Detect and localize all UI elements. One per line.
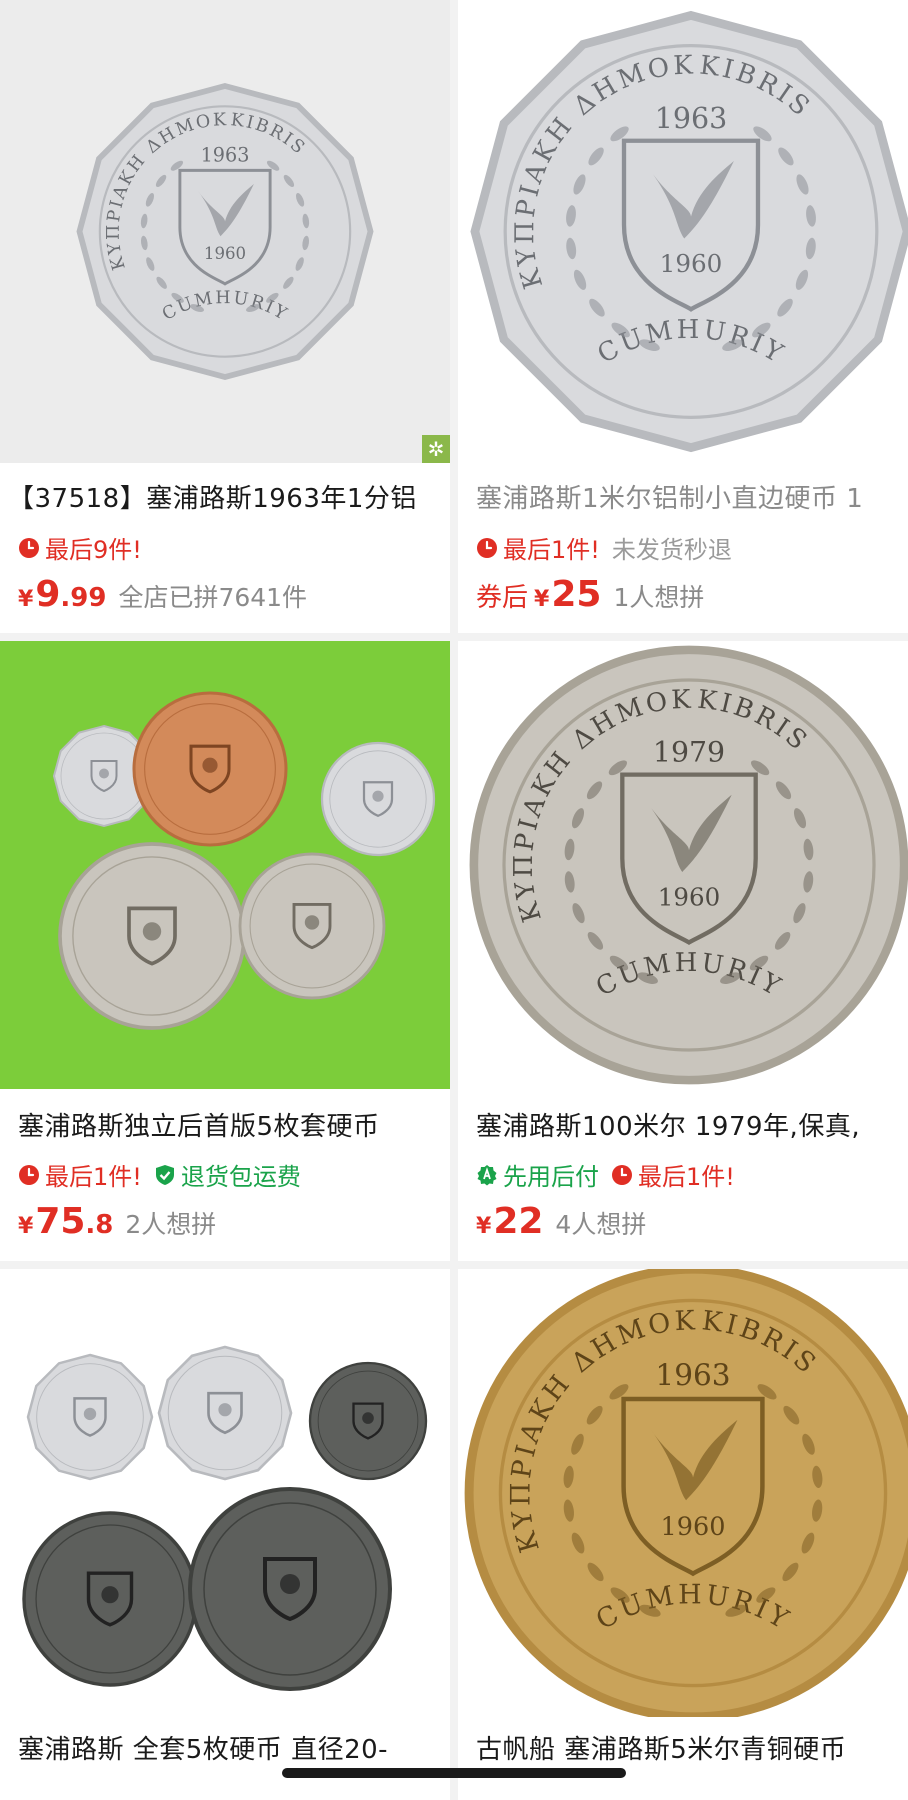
product-price: ¥9.99 [18, 574, 106, 615]
coin-photo: ΚΥΠΡΙΑΚΗ ΔΗΜΟΚΡΑΤΙΑKIBRIS CUMHURIYETI196… [458, 0, 908, 453]
currency-symbol: ¥ [476, 1214, 492, 1239]
product-image[interactable]: ΚΥΠΡΙΑΚΗ ΔΗΜΟΚΡΑΤΙΑKIBRIS CUMHURIYETI196… [0, 0, 450, 463]
coin-graphic [58, 842, 246, 1030]
product-tag-text: 最后1件! [503, 536, 600, 564]
product-tag: 退货包运费 [154, 1157, 301, 1192]
product-image[interactable]: ΚΥΠΡΙΑΚΗ ΔΗΜΟΚΡΑΤΙΑKIBRIS CUMHURIYETI197… [458, 641, 908, 1089]
svg-text:1960: 1960 [658, 883, 720, 912]
price-row: ¥75.8 2人想拼 [18, 1201, 440, 1242]
coin-graphic [238, 852, 386, 1000]
product-card[interactable]: ΚΥΠΡΙΑΚΗ ΔΗΜΟΚΡΑΤΙΑKIBRIS CUMHURIYETI196… [0, 0, 450, 633]
price-row: 券后 ¥25 1人想拼 [476, 574, 898, 615]
product-tag: 未发货秒退 [612, 530, 732, 565]
coin-graphic [132, 691, 288, 847]
product-price: ¥22 [476, 1201, 543, 1242]
coin-graphic [26, 1353, 154, 1481]
product-title[interactable]: 塞浦路斯1米尔铝制小直边硬币 1 [476, 478, 894, 515]
coin-photo: ΚΥΠΡΙΑΚΗ ΔΗΜΟΚΡΑΤΙΑKIBRIS CUMHURIYETI196… [458, 1269, 908, 1717]
clock-icon [611, 1164, 633, 1186]
product-image[interactable]: ΚΥΠΡΙΑΚΗ ΔΗΜΟΚΡΑΤΙΑKIBRIS CUMHURIYETI196… [458, 1269, 908, 1717]
svg-text:1963: 1963 [655, 1359, 730, 1393]
leaf-badge-icon: ✲ [422, 435, 450, 463]
price-integer: 75 [35, 1201, 86, 1242]
coin-graphic: ΚΥΠΡΙΑΚΗ ΔΗΜΟΚΡΑΤΙΑKIBRIS CUMHURIYETI196… [458, 1269, 908, 1717]
price-row: ¥22 4人想拼 [476, 1201, 898, 1242]
price-integer: 22 [493, 1201, 544, 1242]
product-price: ¥75.8 [18, 1201, 113, 1242]
price-row: ¥9.99 全店已拼7641件 [18, 574, 440, 615]
product-title[interactable]: 塞浦路斯 全套5枚硬币 直径20- [18, 1729, 436, 1766]
product-tags: 先用后付 最后1件! [476, 1157, 898, 1192]
product-tag: 先用后付 [476, 1157, 599, 1192]
product-tag-text: 退货包运费 [180, 1163, 301, 1191]
product-tag-text: 最后1件! [638, 1163, 735, 1191]
svg-text:1963: 1963 [201, 144, 250, 167]
product-tags: 最后1件! 未发货秒退 [476, 530, 898, 565]
product-price: 券后 ¥25 [476, 574, 601, 615]
coin-graphic [22, 1511, 198, 1687]
coin-graphic: ΚΥΠΡΙΑΚΗ ΔΗΜΟΚΡΑΤΙΑKIBRIS CUMHURIYETI197… [458, 641, 908, 1085]
product-tag: 最后9件! [18, 530, 142, 565]
coin-graphic [157, 1345, 293, 1481]
price-integer: 9 [35, 574, 61, 615]
coin-photo [52, 691, 436, 1030]
product-tags: 最后1件! 退货包运费 [18, 1157, 440, 1192]
product-image[interactable]: ΚΥΠΡΙΑΚΗ ΔΗΜΟΚΡΑΤΙΑKIBRIS CUMHURIYETI196… [458, 0, 908, 463]
coin-photo: ΚΥΠΡΙΑΚΗ ΔΗΜΟΚΡΑΤΙΑKIBRIS CUMHURIYETI197… [458, 641, 908, 1085]
sales-count: 2人想拼 [125, 1210, 217, 1239]
svg-text:1963: 1963 [655, 102, 728, 135]
coin-photo [22, 1345, 428, 1691]
currency-symbol: ¥ [534, 587, 550, 612]
product-tag: 最后1件! [611, 1157, 735, 1192]
product-tag-text: 最后1件! [45, 1163, 142, 1191]
product-card[interactable]: ΚΥΠΡΙΑΚΗ ΔΗΜΟΚΡΑΤΙΑKIBRIS CUMHURIYETI196… [458, 1269, 908, 1800]
clock-icon [18, 537, 40, 559]
product-title[interactable]: 古帆船 塞浦路斯5米尔青铜硬币 [476, 1729, 894, 1766]
coin-photo: ΚΥΠΡΙΑΚΗ ΔΗΜΟΚΡΑΤΙΑKIBRIS CUMHURIYETI196… [0, 0, 374, 381]
product-image[interactable] [0, 641, 450, 1089]
svg-text:1960: 1960 [204, 244, 246, 263]
product-image[interactable] [0, 1309, 450, 1757]
price-prefix: 券后 [476, 583, 529, 613]
product-card[interactable]: 塞浦路斯 全套5枚硬币 直径20- [0, 1269, 450, 1800]
product-title[interactable]: 塞浦路斯独立后首版5枚套硬币 [18, 1106, 436, 1143]
svg-text:1960: 1960 [661, 1512, 726, 1542]
price-decimal: .99 [60, 583, 107, 613]
product-tag-text: 最后9件! [45, 536, 142, 564]
price-integer: 25 [551, 574, 602, 615]
coin-graphic: ΚΥΠΡΙΑΚΗ ΔΗΜΟΚΡΑΤΙΑKIBRIS CUMHURIYETI196… [0, 0, 374, 381]
coin-graphic [188, 1487, 392, 1691]
product-tag: 最后1件! [476, 530, 600, 565]
clock-icon [476, 537, 498, 559]
product-card[interactable]: ΚΥΠΡΙΑΚΗ ΔΗΜΟΚΡΑΤΙΑKIBRIS CUMHURIYETI196… [458, 0, 908, 633]
currency-symbol: ¥ [18, 587, 34, 612]
home-indicator[interactable] [282, 1768, 626, 1778]
product-grid: ΚΥΠΡΙΑΚΗ ΔΗΜΟΚΡΑΤΙΑKIBRIS CUMHURIYETI196… [0, 0, 908, 1800]
sales-count: 全店已拼7641件 [118, 583, 308, 612]
coin-graphic: ΚΥΠΡΙΑΚΗ ΔΗΜΟΚΡΑΤΙΑKIBRIS CUMHURIYETI196… [458, 0, 908, 453]
coin-graphic [320, 741, 436, 857]
pay-later-icon [476, 1164, 498, 1186]
product-tag: 最后1件! [18, 1157, 142, 1192]
product-card[interactable]: 塞浦路斯独立后首版5枚套硬币 最后1件! 退货包运费 ¥75.8 2人想拼 [0, 641, 450, 1261]
product-title[interactable]: 【37518】塞浦路斯1963年1分铝 [8, 478, 436, 515]
currency-symbol: ¥ [18, 1214, 34, 1239]
sales-count: 1人想拼 [613, 583, 705, 612]
svg-text:1960: 1960 [660, 249, 723, 278]
product-tag-text: 未发货秒退 [611, 536, 732, 564]
sales-count: 4人想拼 [555, 1210, 647, 1239]
coin-graphic [308, 1361, 428, 1481]
shield-check-icon [154, 1164, 176, 1186]
product-card[interactable]: ΚΥΠΡΙΑΚΗ ΔΗΜΟΚΡΑΤΙΑKIBRIS CUMHURIYETI197… [458, 641, 908, 1261]
price-decimal: .8 [85, 1210, 114, 1240]
clock-icon [18, 1164, 40, 1186]
product-tag-text: 先用后付 [503, 1163, 599, 1191]
product-tags: 最后9件! [18, 530, 440, 565]
product-title[interactable]: 塞浦路斯100米尔 1979年,保真, [476, 1106, 894, 1143]
svg-text:1979: 1979 [653, 736, 725, 769]
